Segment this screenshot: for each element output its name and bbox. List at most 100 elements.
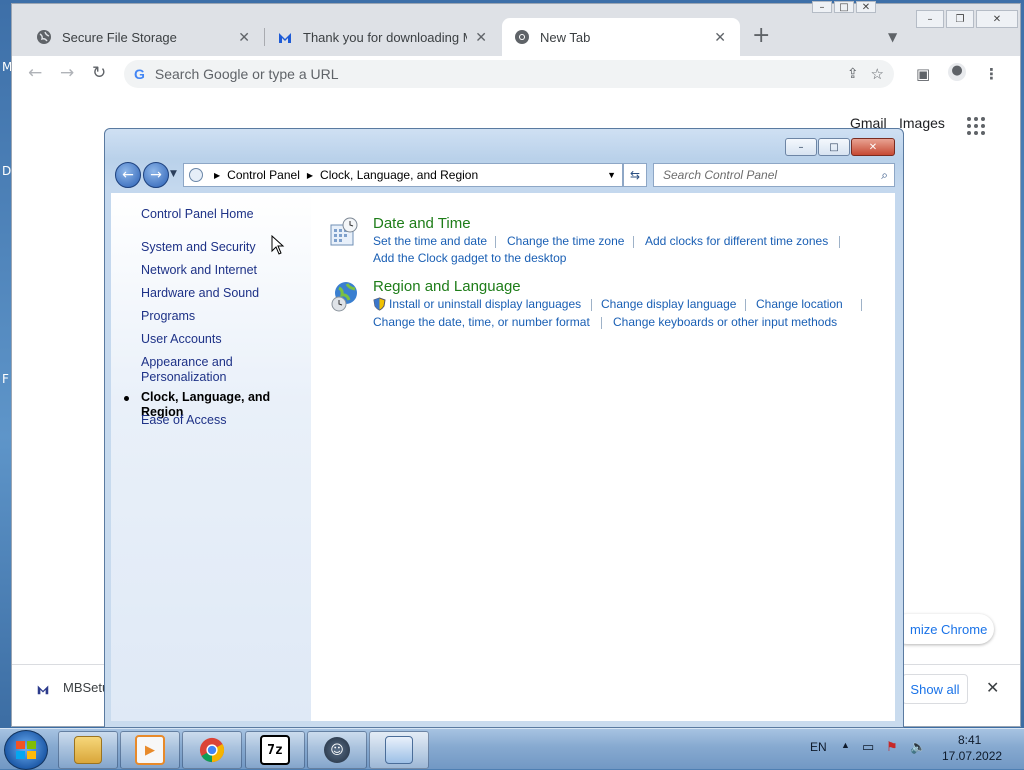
chevron-right-icon[interactable]: ▶: [307, 171, 313, 180]
link-install-display-languages[interactable]: Install or uninstall display languages: [389, 297, 581, 311]
close-icon[interactable]: ✕: [238, 29, 250, 46]
windows-logo-icon: [16, 741, 36, 759]
show-hidden-icons-chevron-icon[interactable]: ▲: [841, 740, 850, 750]
taskbar-7zip[interactable]: 7z: [245, 731, 305, 769]
chrome-icon: [199, 737, 225, 763]
close-icon[interactable]: ✕: [714, 29, 726, 46]
maximize-icon[interactable]: □: [818, 138, 850, 156]
active-bullet: [124, 396, 129, 401]
link-change-date-time-format[interactable]: Change the date, time, or number format: [373, 315, 590, 329]
desktop-icon-label[interactable]: F: [2, 372, 9, 386]
back-arrow-icon[interactable]: ←: [115, 162, 141, 188]
menu-kebab-icon[interactable]: ⋮: [984, 65, 999, 83]
nav-appearance-and-personalization-line2[interactable]: Personalization: [141, 370, 226, 385]
link-change-location[interactable]: Change location: [756, 297, 843, 311]
explorer-icon: [74, 736, 102, 764]
nav-appearance-and-personalization[interactable]: Appearance and: [141, 355, 233, 370]
search-icon[interactable]: ⌕: [881, 168, 888, 183]
control-panel-icon: [189, 168, 203, 182]
clock-date[interactable]: 17.07.2022: [942, 749, 1002, 763]
customize-chrome-label: mize Chrome: [910, 621, 988, 637]
customize-chrome-button[interactable]: mize Chrome: [892, 614, 994, 644]
link-set-time-and-date[interactable]: Set the time and date: [373, 234, 487, 248]
omnibox[interactable]: G Search Google or type a URL ⇪ ☆: [124, 60, 894, 88]
region-language-globe-icon: [331, 282, 357, 312]
link-divider: [633, 236, 634, 248]
nav-programs[interactable]: Programs: [141, 309, 195, 324]
category-date-and-time[interactable]: Date and Time: [373, 215, 471, 232]
new-tab-button[interactable]: +: [752, 25, 770, 47]
tab-search-chevron-icon[interactable]: ▼: [888, 30, 897, 44]
close-icon[interactable]: ✕: [856, 1, 876, 13]
nav-control-panel-home[interactable]: Control Panel Home: [141, 207, 254, 222]
tab-malwarebytes[interactable]: Thank you for downloading Malw ✕: [265, 18, 501, 56]
chevron-right-icon[interactable]: ▶: [214, 171, 220, 180]
volume-icon[interactable]: 🔈: [910, 739, 926, 755]
share-icon[interactable]: ⇪: [847, 66, 859, 82]
apps-grid-icon[interactable]: [967, 117, 985, 135]
nav-user-accounts[interactable]: User Accounts: [141, 332, 222, 347]
chrome-toolbar: ← → ↻ G Search Google or type a URL ⇪ ☆ …: [12, 56, 1020, 92]
refresh-icon[interactable]: ⇆: [623, 163, 647, 187]
media-player-icon: ▶: [135, 735, 165, 765]
start-button[interactable]: [4, 730, 48, 770]
maximize-icon[interactable]: □: [834, 1, 854, 13]
google-g-icon: G: [134, 66, 145, 82]
link-divider: [591, 299, 592, 311]
network-icon[interactable]: ▭: [862, 739, 874, 755]
taskbar-chrome[interactable]: [182, 731, 242, 769]
profile-avatar-icon[interactable]: ●: [948, 63, 966, 81]
taskbar-media-player[interactable]: ▶: [120, 731, 180, 769]
restore-icon[interactable]: ❐: [946, 10, 974, 28]
close-icon[interactable]: ✕: [986, 678, 999, 697]
show-all-button[interactable]: Show all: [902, 674, 968, 704]
search-input[interactable]: [661, 167, 875, 183]
breadcrumb-clock-language-region[interactable]: Clock, Language, and Region: [320, 168, 478, 182]
link-change-display-language[interactable]: Change display language: [601, 297, 736, 311]
breadcrumb-control-panel[interactable]: Control Panel: [227, 168, 300, 182]
control-panel-window-controls: – □ ✕: [785, 138, 895, 156]
link-change-keyboards[interactable]: Change keyboards or other input methods: [613, 315, 837, 329]
address-bar[interactable]: ▶ Control Panel ▶ Clock, Language, and R…: [183, 163, 623, 187]
taskbar-control-panel[interactable]: [369, 731, 429, 769]
minimize-icon[interactable]: –: [916, 10, 944, 28]
chrome-window-controls-behind: – □ ✕: [812, 1, 876, 13]
desktop-icon-label[interactable]: D: [2, 164, 11, 178]
clock-time[interactable]: 8:41: [958, 733, 981, 747]
images-link[interactable]: Images: [899, 115, 945, 131]
tab-new-tab[interactable]: New Tab ✕: [502, 18, 740, 56]
taskbar-explorer[interactable]: [58, 731, 118, 769]
uac-shield-icon: [373, 297, 386, 311]
malwarebytes-icon: [277, 29, 293, 45]
chevron-down-icon[interactable]: ▼: [607, 170, 616, 180]
nav-system-and-security[interactable]: System and Security: [141, 240, 256, 255]
side-panel-icon[interactable]: ▣: [916, 65, 930, 83]
category-region-and-language[interactable]: Region and Language: [373, 278, 521, 295]
taskbar-assistant[interactable]: ☺: [307, 731, 367, 769]
minimize-icon[interactable]: –: [812, 1, 832, 13]
control-panel-window: – □ ✕ ← → ▼ ▶ Control Panel ▶ Clock, Lan…: [104, 128, 904, 728]
download-file-name[interactable]: MBSetu: [63, 680, 109, 695]
recent-pages-chevron-icon[interactable]: ▼: [170, 169, 177, 179]
back-arrow-icon[interactable]: ←: [28, 63, 42, 83]
reload-icon[interactable]: ↻: [92, 63, 106, 83]
language-indicator[interactable]: EN: [810, 740, 827, 754]
close-icon[interactable]: ✕: [976, 10, 1018, 28]
malwarebytes-icon: [36, 682, 50, 696]
close-icon[interactable]: ✕: [851, 138, 895, 156]
taskbar: ▶ 7z ☺ EN ▲ ▭ ⚑ 🔈 8:41 17.07.2022: [0, 728, 1024, 770]
action-center-flag-icon[interactable]: ⚑: [886, 739, 898, 755]
forward-arrow-icon[interactable]: →: [60, 63, 74, 83]
forward-arrow-icon[interactable]: →: [143, 162, 169, 188]
assistant-icon: ☺: [324, 737, 350, 763]
tab-secure-file-storage[interactable]: Secure File Storage ✕: [24, 18, 264, 56]
link-add-clocks[interactable]: Add clocks for different time zones: [645, 234, 828, 248]
close-icon[interactable]: ✕: [475, 29, 487, 46]
nav-network-and-internet[interactable]: Network and Internet: [141, 263, 257, 278]
star-icon[interactable]: ☆: [871, 65, 884, 83]
link-add-clock-gadget[interactable]: Add the Clock gadget to the desktop: [373, 251, 566, 265]
minimize-icon[interactable]: –: [785, 138, 817, 156]
link-change-time-zone[interactable]: Change the time zone: [507, 234, 624, 248]
nav-hardware-and-sound[interactable]: Hardware and Sound: [141, 286, 259, 301]
nav-ease-of-access[interactable]: Ease of Access: [141, 413, 226, 428]
